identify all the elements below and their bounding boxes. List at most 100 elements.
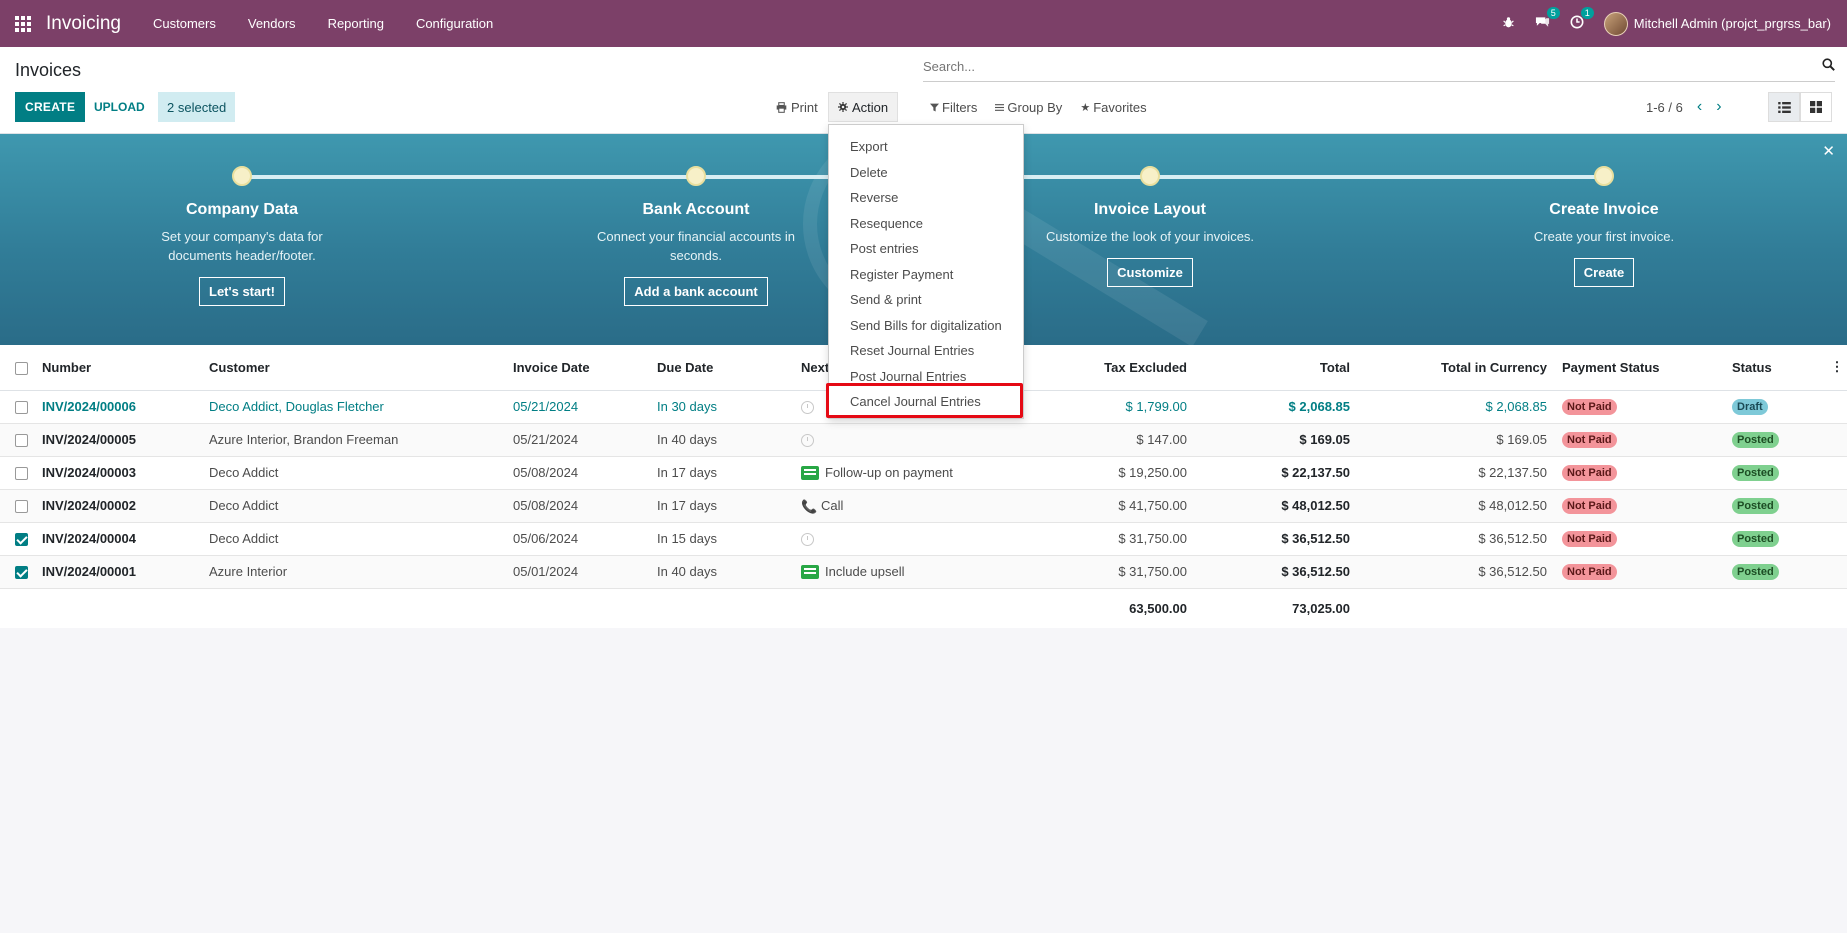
- row-checkbox[interactable]: [15, 467, 28, 481]
- favorites-button[interactable]: ★ Favorites: [1080, 100, 1146, 115]
- row-checkbox[interactable]: [15, 566, 28, 580]
- menu-customers[interactable]: Customers: [137, 0, 232, 47]
- cell-total-currency: $ 2,068.85: [1372, 390, 1555, 424]
- list-view-icon[interactable]: [1768, 92, 1800, 122]
- row-checkbox[interactable]: [15, 500, 28, 514]
- groupby-button[interactable]: Group By: [995, 100, 1062, 115]
- print-icon: [776, 101, 787, 113]
- page-title: Invoices: [15, 60, 82, 80]
- column-header-total[interactable]: Total: [1209, 345, 1372, 391]
- close-icon[interactable]: ✕: [1822, 142, 1835, 160]
- column-header-due-date[interactable]: Due Date: [657, 345, 801, 391]
- menu-item-reset-journal-entries[interactable]: Reset Journal Entries: [829, 338, 1023, 364]
- totals-row: 63,500.00 73,025.00: [0, 588, 1847, 628]
- upload-button[interactable]: UPLOAD: [86, 92, 153, 122]
- debug-bug-icon[interactable]: [1502, 16, 1515, 32]
- kanban-view-icon[interactable]: [1800, 92, 1832, 122]
- activities-clock-icon[interactable]: 1: [1570, 7, 1594, 32]
- selected-count-badge[interactable]: 2 selected: [158, 92, 236, 122]
- table-row[interactable]: INV/2024/00004 Deco Addict 05/06/2024 In…: [0, 522, 1847, 556]
- cell-number: INV/2024/00004: [42, 522, 209, 556]
- clock-icon[interactable]: [801, 434, 814, 448]
- column-header-tax-excluded[interactable]: Tax Excluded: [1000, 345, 1209, 391]
- menu-reporting[interactable]: Reporting: [312, 0, 400, 47]
- step-title: Bank Account: [642, 201, 750, 218]
- cell-total-currency: $ 48,012.50: [1372, 489, 1555, 523]
- table-row[interactable]: INV/2024/00005 Azure Interior, Brandon F…: [0, 423, 1847, 457]
- cell-total: $ 2,068.85: [1209, 390, 1372, 424]
- app-brand[interactable]: Invoicing: [46, 13, 121, 35]
- menu-vendors[interactable]: Vendors: [232, 0, 312, 47]
- menu-item-send-bills-digitalization[interactable]: Send Bills for digitalization: [829, 313, 1023, 339]
- messages-icon[interactable]: 5: [1535, 7, 1560, 32]
- column-header-customer[interactable]: Customer: [209, 345, 513, 391]
- user-menu[interactable]: Mitchell Admin (projct_prgrss_bar): [1603, 11, 1831, 36]
- add-bank-account-button[interactable]: Add a bank account: [624, 277, 768, 306]
- menu-item-resequence[interactable]: Resequence: [829, 211, 1023, 237]
- search-icon[interactable]: [1822, 58, 1835, 74]
- menu-item-export[interactable]: Export: [829, 134, 1023, 160]
- pager-value[interactable]: 1-6 / 6: [1646, 100, 1683, 115]
- action-button[interactable]: Action: [828, 92, 899, 122]
- row-checkbox[interactable]: [15, 401, 28, 415]
- table-row[interactable]: INV/2024/00002 Deco Addict 05/08/2024 In…: [0, 489, 1847, 523]
- cell-number: INV/2024/00006: [42, 390, 209, 424]
- column-header-invoice-date[interactable]: Invoice Date: [513, 345, 657, 391]
- column-header-status[interactable]: Status: [1728, 345, 1827, 391]
- step-bank-account: Bank Account Connect your financial acco…: [516, 201, 876, 306]
- menu-configuration[interactable]: Configuration: [400, 0, 509, 47]
- row-checkbox[interactable]: [15, 434, 28, 448]
- column-header-number[interactable]: Number: [42, 345, 209, 391]
- payment-status-badge: Not Paid: [1562, 399, 1617, 415]
- search-input[interactable]: [923, 59, 1803, 74]
- row-checkbox[interactable]: [15, 533, 28, 547]
- lets-start-button[interactable]: Let's start!: [199, 277, 285, 306]
- cell-number: INV/2024/00005: [42, 423, 209, 457]
- menu-item-register-payment[interactable]: Register Payment: [829, 262, 1023, 288]
- cell-invoice-date: 05/21/2024: [513, 423, 657, 457]
- step-description: Customize the look of your invoices.: [1045, 229, 1255, 244]
- table-row[interactable]: INV/2024/00003 Deco Addict 05/08/2024 In…: [0, 456, 1847, 490]
- cell-tax-excluded: $ 31,750.00: [1000, 522, 1209, 556]
- print-button[interactable]: Print: [776, 92, 818, 122]
- filters-button[interactable]: Filters: [930, 100, 977, 115]
- pager-next-icon[interactable]: ›: [1716, 98, 1721, 116]
- menu-item-send-print[interactable]: Send & print: [829, 287, 1023, 313]
- select-all-checkbox[interactable]: [15, 361, 28, 375]
- cell-due-date: In 15 days: [657, 522, 801, 556]
- cell-number: INV/2024/00003: [42, 456, 209, 490]
- todo-icon[interactable]: [801, 466, 819, 481]
- menu-item-reverse[interactable]: Reverse: [829, 185, 1023, 211]
- cell-customer: Azure Interior, Brandon Freeman: [209, 423, 513, 457]
- apps-menu-icon[interactable]: [0, 0, 46, 47]
- cell-customer: Azure Interior: [209, 555, 513, 589]
- clock-icon[interactable]: [801, 401, 814, 415]
- payment-status-badge: Not Paid: [1562, 531, 1617, 547]
- menu-item-post-entries[interactable]: Post entries: [829, 236, 1023, 262]
- filters-label: Filters: [942, 99, 978, 115]
- phone-icon[interactable]: 📞: [801, 499, 817, 514]
- clock-icon[interactable]: [801, 533, 814, 547]
- todo-icon[interactable]: [801, 565, 819, 580]
- cell-customer: Deco Addict, Douglas Fletcher: [209, 390, 513, 424]
- create-button[interactable]: CREATE: [15, 92, 86, 122]
- top-navbar: Invoicing Customers Vendors Reporting Co…: [0, 0, 1847, 47]
- cell-next-activity: Include upsell: [801, 555, 1000, 589]
- pager-previous-icon[interactable]: ‹: [1697, 98, 1702, 116]
- menu-item-delete[interactable]: Delete: [829, 160, 1023, 186]
- cell-due-date: In 17 days: [657, 489, 801, 523]
- payment-status-badge: Not Paid: [1562, 465, 1617, 481]
- column-header-payment-status[interactable]: Payment Status: [1555, 345, 1728, 391]
- optional-columns-icon[interactable]: ⋮: [1827, 345, 1847, 391]
- column-header-total-currency[interactable]: Total in Currency: [1372, 345, 1555, 391]
- step-create-invoice: Create Invoice Create your first invoice…: [1424, 201, 1784, 287]
- create-invoice-button[interactable]: Create: [1573, 258, 1635, 287]
- customize-button[interactable]: Customize: [1107, 258, 1193, 287]
- status-badge: Draft: [1732, 399, 1768, 415]
- cell-due-date: In 30 days: [657, 390, 801, 424]
- gear-icon: [838, 102, 848, 112]
- table-row[interactable]: INV/2024/00001 Azure Interior 05/01/2024…: [0, 555, 1847, 589]
- star-icon: ★: [1080, 101, 1091, 114]
- cell-total: $ 36,512.50: [1209, 555, 1372, 589]
- print-label: Print: [791, 99, 818, 115]
